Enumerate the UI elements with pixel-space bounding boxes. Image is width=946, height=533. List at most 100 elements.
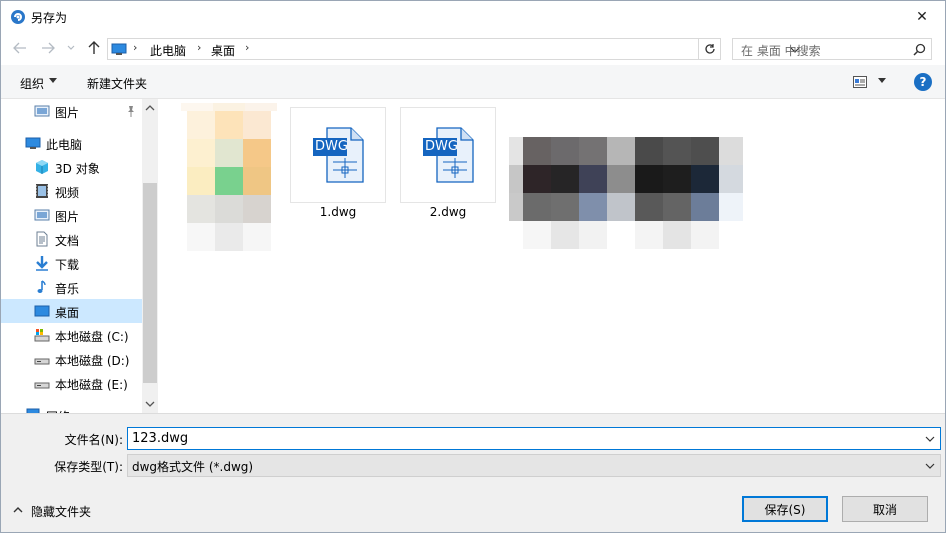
back-arrow-icon: [13, 42, 26, 54]
nav-item-label: 3D 对象: [55, 162, 100, 176]
dwg-file-icon: [313, 127, 364, 183]
chevron-up-icon: [13, 507, 23, 513]
nav-item-drive-c[interactable]: 本地磁盘 (C:): [1, 323, 142, 347]
breadcrumb-separator-icon: ›: [197, 41, 202, 54]
drive-icon: [34, 382, 50, 389]
title-bar: 另存为 ✕: [1, 1, 945, 33]
dwg-badge-text: DWG: [425, 139, 458, 154]
address-bar[interactable]: › 此电脑 › 桌面 ›: [107, 38, 800, 60]
nav-item-label: 图片: [55, 210, 80, 224]
filename-input[interactable]: 123.dwg: [127, 427, 941, 450]
chevron-up-icon[interactable]: [145, 103, 155, 113]
navigation-pane: 图片 此电脑 3D 对象 视频 图片 文档 下载 音乐 桌面 本地磁盘 (C:)…: [1, 99, 158, 413]
filetype-label: 保存类型(T):: [54, 460, 123, 474]
chevron-down-icon: [67, 45, 75, 50]
chevron-down-icon: [925, 463, 935, 469]
drive-icon: [34, 358, 50, 365]
hide-folders-label: 隐藏文件夹: [31, 505, 92, 519]
pixelated-thumbnail[interactable]: [181, 103, 277, 251]
up-arrow-icon: [88, 41, 100, 54]
search-icon: [913, 43, 926, 56]
breadcrumb-desktop[interactable]: 桌面: [211, 42, 235, 59]
nav-item-network[interactable]: 网络: [1, 403, 142, 413]
refresh-icon: [704, 44, 715, 54]
desktop-icon: [34, 305, 50, 317]
videos-icon: [36, 184, 48, 198]
chevron-down-icon: [49, 78, 57, 83]
pin-icon: [128, 106, 134, 117]
save-as-dialog: 另存为 ✕ › 此电脑 › 桌面 › 在 桌面 中搜索 组织 新建文件夹 ? 图…: [0, 0, 946, 533]
view-options-icon[interactable]: [853, 76, 867, 88]
downloads-icon: [36, 256, 48, 271]
pictures-icon: [34, 209, 50, 221]
file-name[interactable]: 1.dwg: [290, 205, 386, 219]
nav-item-drive-e[interactable]: 本地磁盘 (E:): [1, 371, 142, 395]
breadcrumb-separator-icon: ›: [245, 41, 250, 54]
music-icon: [37, 280, 46, 293]
nav-item-label: 本地磁盘 (E:): [55, 378, 128, 392]
documents-icon: [36, 231, 48, 247]
nav-item-label: 本地磁盘 (D:): [55, 354, 130, 368]
file-tile-1dwg[interactable]: DWG: [290, 107, 386, 203]
nav-item-documents[interactable]: 文档: [1, 227, 142, 251]
chevron-down-icon[interactable]: [878, 78, 886, 83]
address-row: › 此电脑 › 桌面 › 在 桌面 中搜索: [1, 33, 945, 63]
nav-item-label: 视频: [55, 186, 80, 200]
app-icon: [11, 10, 25, 24]
refresh-button[interactable]: [699, 38, 721, 60]
nav-item-music[interactable]: 音乐: [1, 275, 142, 299]
filetype-value: dwg格式文件 (*.dwg): [132, 460, 254, 474]
dwg-badge-text: DWG: [315, 139, 348, 154]
nav-item-videos[interactable]: 视频: [1, 179, 142, 203]
close-button[interactable]: ✕: [899, 1, 945, 33]
file-tile-2dwg[interactable]: DWG: [400, 107, 496, 203]
nav-item-label: 文档: [55, 234, 80, 248]
close-icon: ✕: [916, 9, 928, 25]
nav-scrollbar[interactable]: [142, 99, 157, 413]
nav-item-downloads[interactable]: 下载: [1, 251, 142, 275]
breadcrumb-separator-icon: ›: [133, 41, 138, 54]
scrollbar-thumb[interactable]: [143, 183, 157, 383]
filetype-select[interactable]: dwg格式文件 (*.dwg): [127, 454, 941, 477]
pixelated-image: [509, 137, 743, 249]
nav-item-3d-objects[interactable]: 3D 对象: [1, 155, 142, 179]
dwg-file-icon: [423, 127, 474, 183]
chevron-down-icon[interactable]: [925, 435, 935, 443]
nav-item-label: 本地磁盘 (C:): [55, 330, 129, 344]
help-button[interactable]: ?: [914, 73, 932, 91]
3d-objects-icon: [36, 160, 48, 174]
recent-locations-button[interactable]: [65, 39, 77, 57]
window-title: 另存为: [31, 11, 68, 25]
nav-item-label: 桌面: [55, 306, 80, 320]
forward-button[interactable]: [39, 39, 57, 57]
drive-c-icon: [34, 329, 50, 342]
nav-item-label: 图片: [55, 106, 80, 120]
nav-item-desktop[interactable]: 桌面: [1, 299, 142, 323]
new-folder-button[interactable]: 新建文件夹: [87, 75, 147, 92]
filename-value[interactable]: 123.dwg: [132, 431, 188, 446]
breadcrumb-this-pc[interactable]: 此电脑: [150, 42, 186, 59]
pixelated-thumbnail[interactable]: [509, 137, 745, 251]
save-form: 文件名(N): 123.dwg 保存类型(T): dwg格式文件 (*.dwg)…: [1, 413, 945, 532]
nav-item-pictures-quick[interactable]: 图片: [1, 99, 142, 123]
chevron-down-icon[interactable]: [145, 399, 155, 409]
this-pc-icon: [25, 137, 41, 149]
organize-button[interactable]: 组织: [20, 75, 44, 92]
save-button[interactable]: 保存(S): [742, 496, 828, 522]
nav-item-drive-d[interactable]: 本地磁盘 (D:): [1, 347, 142, 371]
file-list[interactable]: DWG 1.dwg DWG 2.dwg: [159, 99, 945, 413]
file-name[interactable]: 2.dwg: [400, 205, 496, 219]
nav-item-label: 音乐: [55, 282, 80, 296]
command-bar: 组织 新建文件夹 ?: [1, 65, 945, 99]
nav-item-pictures[interactable]: 图片: [1, 203, 142, 227]
nav-item-this-pc[interactable]: 此电脑: [1, 131, 142, 155]
nav-item-label: 下载: [55, 258, 80, 272]
search-input[interactable]: 在 桌面 中搜索: [741, 42, 821, 59]
search-box[interactable]: 在 桌面 中搜索: [732, 38, 932, 60]
back-button[interactable]: [11, 39, 29, 57]
up-button[interactable]: [85, 39, 103, 57]
nav-item-label: 此电脑: [46, 138, 83, 152]
cancel-button[interactable]: 取消: [842, 496, 928, 522]
pixelated-image: [181, 103, 277, 251]
filename-label: 文件名(N):: [64, 433, 123, 447]
